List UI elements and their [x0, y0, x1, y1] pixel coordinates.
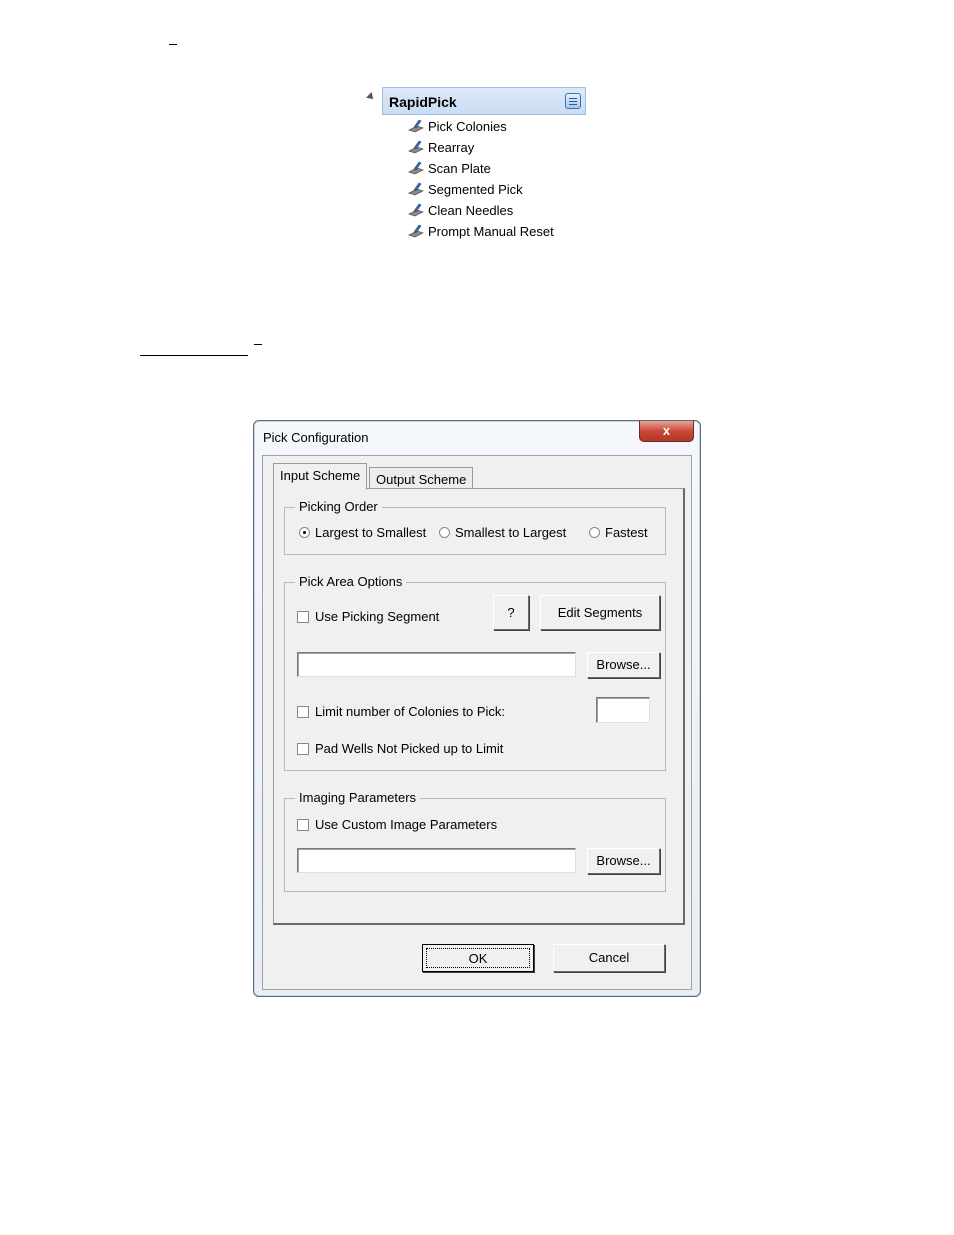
checkbox-label: Limit number of Colonies to Pick:: [315, 704, 506, 719]
underline-rule: [140, 355, 248, 356]
tab-input-scheme[interactable]: Input Scheme: [273, 463, 368, 490]
tree-item-segmented-pick[interactable]: Segmented Pick: [408, 180, 523, 200]
button-label: Edit Segments: [557, 605, 643, 620]
checkbox-label: Use Custom Image Parameters: [315, 817, 498, 832]
plate-tool-icon: [408, 161, 424, 175]
input-scheme-page: Picking Order Largest to Smallest Smalle…: [273, 488, 685, 925]
use-picking-segment-checkbox[interactable]: Use Picking Segment: [297, 609, 439, 624]
list-menu-icon[interactable]: [565, 93, 581, 109]
tree-item-label: Prompt Manual Reset: [428, 224, 554, 239]
tree-item-label: Pick Colonies: [428, 119, 507, 134]
tab-label: Input Scheme: [280, 468, 361, 483]
tree-item-clean-needles[interactable]: Clean Needles: [408, 201, 513, 221]
colony-limit-field[interactable]: [596, 697, 650, 723]
tree-item-label: Segmented Pick: [428, 182, 523, 197]
tree-item-prompt-manual-reset[interactable]: Prompt Manual Reset: [408, 222, 554, 242]
checkbox-label: Pad Wells Not Picked up to Limit: [315, 741, 504, 756]
limit-colonies-checkbox[interactable]: Limit number of Colonies to Pick:: [297, 704, 505, 719]
radio-selected-icon: [299, 527, 310, 538]
button-label: Browse...: [596, 853, 651, 868]
plate-tool-icon: [408, 203, 424, 217]
segment-path-field[interactable]: [297, 652, 576, 677]
radio-icon: [589, 527, 600, 538]
expand-arrow-icon[interactable]: [366, 92, 376, 102]
plate-tool-icon: [408, 140, 424, 154]
checkbox-label: Use Picking Segment: [315, 609, 440, 624]
tab-label: Output Scheme: [376, 472, 467, 487]
plate-tool-icon: [408, 224, 424, 238]
dash-mark: [169, 44, 177, 45]
picking-order-group: Picking Order Largest to Smallest Smalle…: [284, 499, 666, 555]
dialog-client-area: Input Scheme Output Scheme Picking Order…: [262, 455, 692, 990]
group-label: Imaging Parameters: [295, 790, 421, 805]
radio-smallest-to-largest[interactable]: Smallest to Largest: [439, 525, 566, 540]
button-label: OK: [468, 951, 488, 966]
checkbox-icon: [297, 819, 309, 831]
browse-image-parameters-button[interactable]: Browse...: [587, 848, 660, 874]
close-icon: x: [662, 423, 671, 438]
group-label: Picking Order: [295, 499, 382, 514]
tree-item-label: Clean Needles: [428, 203, 514, 218]
browse-segment-button[interactable]: Browse...: [587, 652, 660, 678]
radio-label: Largest to Smallest: [315, 525, 427, 540]
tree-item-label: Rearray: [428, 140, 475, 155]
help-label: ?: [507, 605, 515, 620]
close-button[interactable]: x: [639, 421, 694, 442]
tree-root-label: RapidPick: [389, 94, 457, 110]
button-label: Cancel: [588, 950, 630, 965]
tree-item-pick-colonies[interactable]: Pick Colonies: [408, 117, 507, 137]
pick-area-options-group: Pick Area Options Use Picking Segment ? …: [284, 574, 666, 771]
radio-label: Smallest to Largest: [455, 525, 567, 540]
tree-item-scan-plate[interactable]: Scan Plate: [408, 159, 491, 179]
edit-segments-button[interactable]: Edit Segments: [540, 595, 660, 630]
custom-image-parameters-checkbox[interactable]: Use Custom Image Parameters: [297, 817, 497, 832]
tree-item-label: Scan Plate: [428, 161, 491, 176]
checkbox-icon: [297, 611, 309, 623]
radio-fastest[interactable]: Fastest: [589, 525, 648, 540]
plate-tool-icon: [408, 182, 424, 196]
help-button[interactable]: ?: [493, 595, 529, 630]
tree-item-rearray[interactable]: Rearray: [408, 138, 474, 158]
dash-mark: [254, 344, 262, 345]
cancel-button[interactable]: Cancel: [553, 944, 665, 972]
dialog-title: Pick Configuration: [263, 430, 369, 445]
plate-tool-icon: [408, 119, 424, 133]
tree-root-rapidpick[interactable]: RapidPick: [382, 87, 586, 115]
checkbox-icon: [297, 706, 309, 718]
pad-wells-checkbox[interactable]: Pad Wells Not Picked up to Limit: [297, 741, 503, 756]
pick-configuration-dialog: Pick Configuration x Input Scheme Output…: [253, 420, 701, 997]
radio-icon: [439, 527, 450, 538]
imaging-parameters-group: Imaging Parameters Use Custom Image Para…: [284, 790, 666, 892]
image-parameters-path-field[interactable]: [297, 848, 576, 873]
focus-rect: OK: [426, 948, 530, 968]
checkbox-icon: [297, 743, 309, 755]
button-label: Browse...: [596, 657, 651, 672]
ok-button[interactable]: OK: [422, 944, 534, 972]
group-label: Pick Area Options: [295, 574, 407, 589]
rapidpick-tree: RapidPick Pick Colonies Rearray Scan Pla…: [364, 87, 594, 247]
radio-label: Fastest: [605, 525, 648, 540]
radio-largest-to-smallest[interactable]: Largest to Smallest: [299, 525, 426, 540]
